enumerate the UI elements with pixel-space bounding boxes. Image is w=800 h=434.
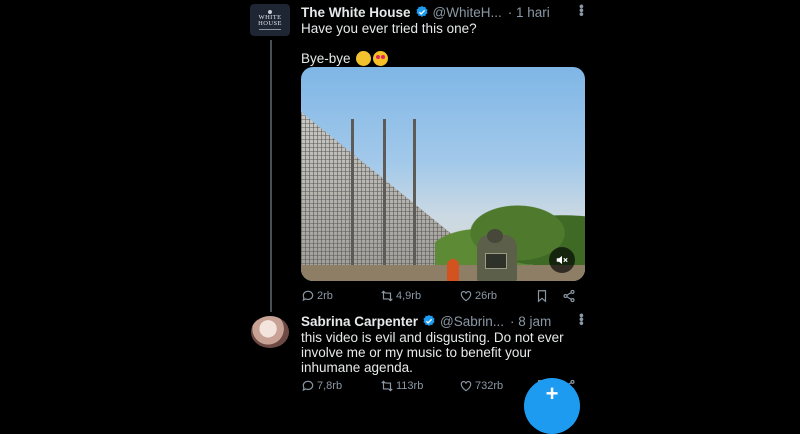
bookmark-button[interactable] (535, 289, 551, 303)
tweet-time[interactable]: · 1 hari (508, 5, 550, 20)
share-button[interactable] (562, 289, 578, 303)
verified-icon (423, 314, 435, 326)
author-handle[interactable]: @Sabrin... (440, 314, 504, 329)
reply-button[interactable]: 7,8rb (301, 379, 342, 393)
mute-button[interactable] (549, 247, 575, 273)
tweet-text: Have you ever tried this one? Bye-bye (301, 21, 477, 66)
waving-hand-emoji-icon (356, 51, 372, 66)
tweet-header: Sabrina Carpenter @Sabrin... · 8 jam (301, 313, 591, 329)
more-icon[interactable]: ••• (574, 313, 590, 325)
reply-icon (302, 290, 314, 302)
tweet-text: this video is evil and disgusting. Do no… (301, 330, 564, 375)
like-button[interactable]: 732rb (459, 379, 503, 393)
like-button[interactable]: 26rb (459, 289, 497, 303)
avatar[interactable] (251, 316, 289, 348)
verified-icon (415, 5, 428, 17)
like-icon (460, 381, 472, 392)
tweet-time[interactable]: · 8 jam (510, 314, 551, 329)
retweet-icon (381, 380, 393, 392)
retweet-button[interactable]: 4,9rb (380, 289, 421, 303)
share-icon (563, 289, 575, 303)
more-icon[interactable]: ••• (574, 4, 590, 16)
bookmark-icon (537, 290, 547, 303)
thread-connector-line (270, 40, 272, 312)
retweet-button[interactable]: 113rb (380, 379, 423, 393)
retweet-icon (381, 290, 393, 302)
author-name[interactable]: Sabrina Carpenter (301, 314, 418, 329)
avatar[interactable]: WHITE HOUSE (250, 4, 290, 36)
tweet-actions: 2rb 4,9rb 26rb (301, 288, 581, 304)
author-name[interactable]: The White House (301, 5, 411, 20)
reply-icon (302, 380, 314, 392)
like-icon (460, 291, 472, 302)
heart-eyes-emoji-icon (373, 51, 389, 66)
tweet-header: The White House @WhiteH... · 1 hari (301, 4, 591, 20)
compose-icon: + (545, 381, 559, 406)
author-handle[interactable]: @WhiteH... (433, 5, 502, 20)
tweet-video[interactable] (301, 67, 585, 281)
reply-button[interactable]: 2rb (301, 289, 333, 303)
person-figure (447, 259, 459, 281)
mute-icon (556, 255, 568, 265)
compose-button[interactable]: + (524, 378, 580, 434)
